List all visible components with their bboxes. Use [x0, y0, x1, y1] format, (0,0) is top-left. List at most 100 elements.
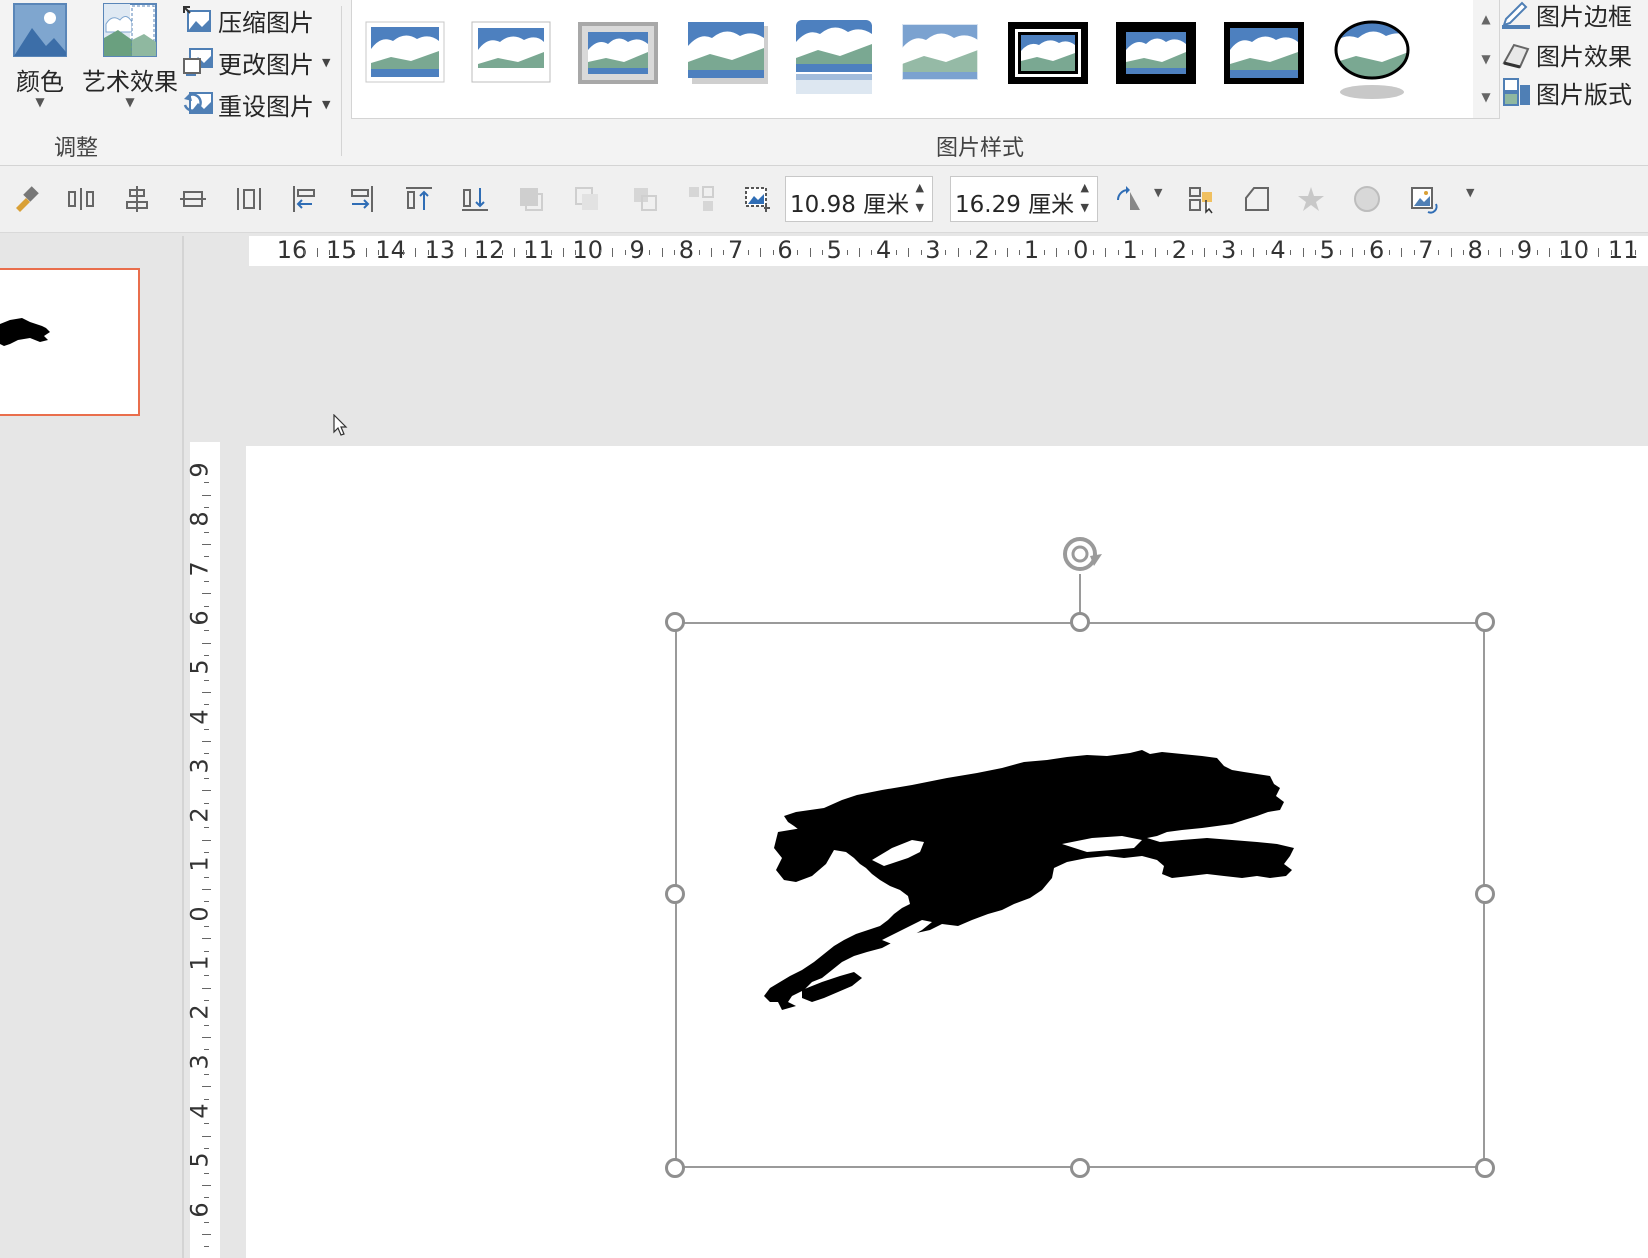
distribute-horizontal-icon[interactable] — [66, 184, 96, 214]
rotate-dropdown-icon[interactable]: ▼ — [1154, 186, 1162, 199]
ruler-tick — [945, 250, 947, 255]
rotate-icon[interactable] — [1114, 184, 1144, 214]
ruler-tick — [204, 556, 209, 558]
reset-picture-button[interactable]: 重设图片 ▼ — [182, 86, 330, 122]
ruler-number: 9 — [1516, 236, 1533, 264]
pane-divider[interactable] — [182, 236, 184, 1258]
shape-height-field[interactable]: 10.98 厘米 ▲ ▼ — [785, 176, 933, 222]
ruler-tick — [563, 248, 565, 257]
gallery-scroll-down-icon[interactable]: ▼ — [1473, 40, 1499, 78]
style-simple-frame-black[interactable] — [1222, 20, 1306, 86]
ruler-tick — [202, 543, 211, 545]
resize-handle-top-right[interactable] — [1475, 612, 1495, 632]
style-drop-shadow[interactable] — [686, 20, 770, 86]
resize-handle-bottom[interactable] — [1070, 1158, 1090, 1178]
resize-handle-top-left[interactable] — [665, 612, 685, 632]
send-backward-icon[interactable] — [572, 184, 602, 214]
align-middle-icon[interactable] — [178, 184, 208, 214]
ruler-number: 1 — [1122, 236, 1138, 264]
ruler-number: 11 — [523, 236, 554, 264]
vertical-ruler: 9 8 7 6 5 4 3 2 1 0 1 2 3 4 5 6 — [186, 442, 220, 1258]
ruler-tick — [821, 250, 823, 255]
shape-fill-icon[interactable] — [1352, 184, 1382, 214]
ruler-number: 1 — [185, 856, 214, 873]
ruler-tick — [202, 790, 211, 792]
picture-border-button[interactable]: 图片边框 — [1500, 0, 1632, 32]
align-center-icon[interactable] — [122, 184, 152, 214]
spin-down-icon[interactable]: ▼ — [1081, 201, 1089, 214]
style-metal-frame[interactable] — [576, 20, 660, 86]
format-painter-icon[interactable] — [12, 184, 42, 214]
spin-down-icon[interactable]: ▼ — [916, 201, 924, 214]
ruler-number: 3 — [925, 236, 941, 264]
ruler-tick — [204, 580, 209, 582]
ruler-tick — [1056, 248, 1058, 257]
ruler-tick — [353, 250, 355, 255]
compress-pictures-button[interactable]: 压缩图片 — [182, 2, 314, 38]
change-picture-qat-icon[interactable] — [1408, 184, 1438, 214]
picture-effects-button[interactable]: 图片效果 — [1500, 36, 1632, 72]
ruler-number: 6 — [1368, 236, 1385, 264]
align-top-icon[interactable] — [404, 184, 434, 214]
chevron-down-icon: ▼ — [35, 95, 45, 109]
crop-picture-icon[interactable] — [742, 184, 772, 214]
chevron-down-icon: ▼ — [322, 97, 331, 111]
gallery-scrollbar[interactable]: ▲ ▼ ▼ — [1473, 0, 1500, 119]
format-toolbar: 10.98 厘米 ▲ ▼ 16.29 厘米 ▲ ▼ ▼ ▼ — [0, 166, 1648, 233]
bring-forward-icon[interactable] — [516, 184, 546, 214]
slide-thumbnail[interactable] — [0, 268, 140, 416]
change-picture-icon — [183, 48, 213, 76]
ruler-number: 7 — [728, 236, 744, 264]
picture-layout-button[interactable]: 图片版式 — [1500, 74, 1632, 110]
ruler-tick — [1204, 248, 1206, 257]
style-double-frame-black[interactable] — [1006, 20, 1090, 86]
ungroup-icon[interactable] — [686, 184, 716, 214]
shape-effects-icon[interactable] — [1296, 184, 1326, 214]
style-reflected[interactable] — [792, 20, 876, 100]
ruler-tick — [760, 248, 762, 257]
ruler-number: 6 — [777, 236, 793, 264]
gallery-more-icon[interactable]: ▼ — [1473, 78, 1499, 116]
shape-width-field[interactable]: 16.29 厘米 ▲ ▼ — [950, 176, 1098, 222]
ruler-tick — [204, 1147, 209, 1149]
ruler-tick — [1154, 248, 1156, 257]
chevron-down-icon: ▼ — [125, 95, 135, 109]
ruler-tick — [204, 1197, 209, 1199]
ruler-tick — [204, 630, 209, 632]
style-soft-edge[interactable] — [898, 20, 982, 86]
customize-toolbar-icon[interactable]: ▼ — [1466, 186, 1474, 199]
style-thick-matte-black[interactable] — [1114, 20, 1198, 86]
ruler-tick — [1068, 250, 1070, 255]
spin-up-icon[interactable]: ▲ — [916, 181, 924, 194]
color-button[interactable]: 颜色 ▼ — [12, 2, 68, 109]
ruler-number: 6 — [185, 610, 214, 626]
align-right-icon[interactable] — [346, 184, 376, 214]
spin-up-icon[interactable]: ▲ — [1081, 181, 1089, 194]
resize-handle-bottom-right[interactable] — [1475, 1158, 1495, 1178]
align-left-icon[interactable] — [290, 184, 320, 214]
ruler-tick — [698, 250, 700, 255]
ruler-number: 10 — [572, 236, 604, 264]
ruler-tick — [994, 250, 996, 255]
align-bottom-icon[interactable] — [460, 184, 490, 214]
style-oval[interactable] — [1330, 20, 1414, 104]
ruler-tick — [1413, 250, 1415, 255]
distribute-vertical-icon[interactable] — [234, 184, 264, 214]
group-icon[interactable] — [630, 184, 660, 214]
change-picture-button[interactable]: 更改图片 ▼ — [182, 44, 330, 80]
resize-handle-top[interactable] — [1070, 612, 1090, 632]
rotate-handle-icon[interactable] — [1058, 532, 1104, 578]
resize-handle-bottom-left[interactable] — [665, 1158, 685, 1178]
ruler-number: 5 — [185, 659, 214, 675]
resize-handle-right[interactable] — [1475, 884, 1495, 904]
gallery-scroll-up-icon[interactable]: ▲ — [1473, 0, 1499, 38]
style-beveled-matte[interactable] — [470, 20, 554, 86]
edit-shape-icon[interactable] — [1242, 184, 1272, 214]
resize-handle-left[interactable] — [665, 884, 685, 904]
artistic-effects-button[interactable]: 艺术效果 ▼ — [82, 2, 178, 109]
selection-pane-icon[interactable] — [1186, 184, 1216, 214]
ruler-tick — [204, 753, 209, 755]
artistic-effects-label: 艺术效果 — [82, 68, 178, 96]
style-simple-frame-white[interactable] — [364, 20, 448, 86]
ruler-number: 0 — [1073, 236, 1089, 264]
